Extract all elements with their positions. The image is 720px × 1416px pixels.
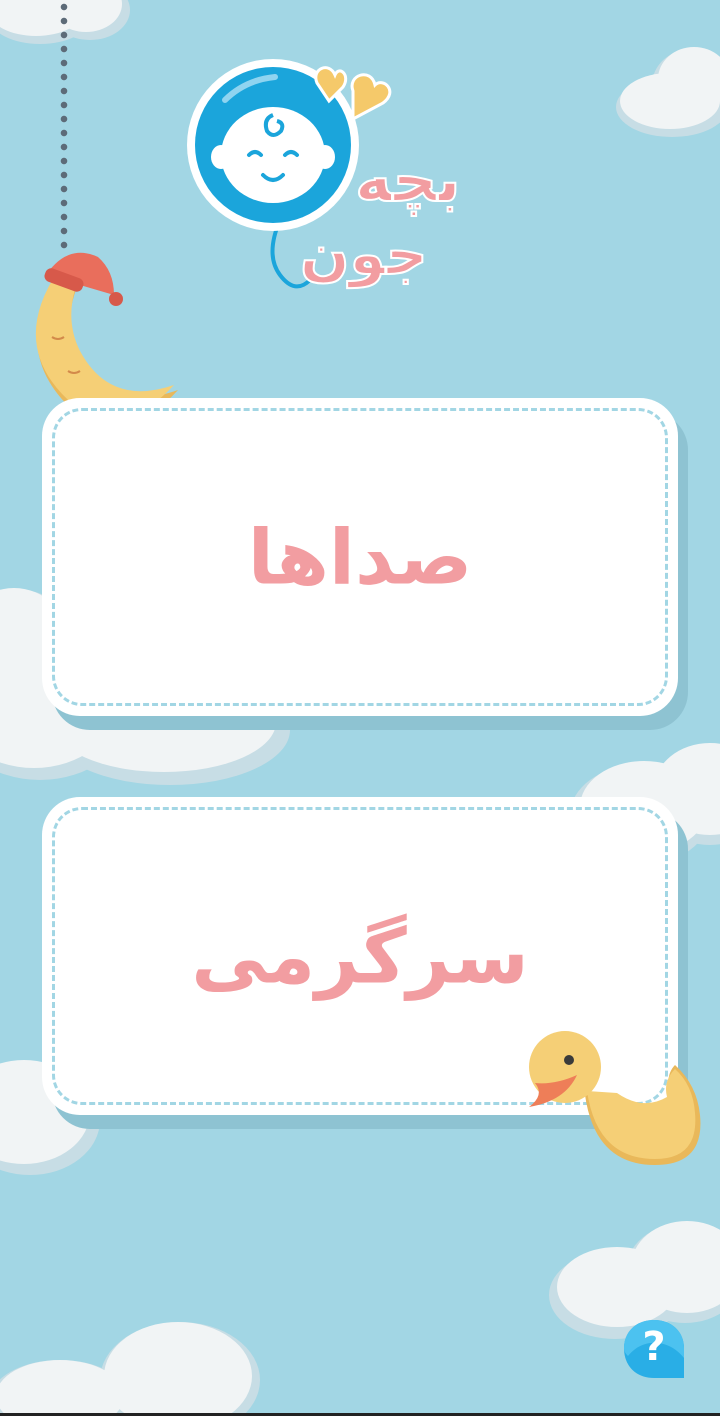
logo-word-top: بچه	[354, 142, 462, 217]
cloud-decoration	[0, 1322, 260, 1416]
sounds-label: صداها	[247, 512, 473, 602]
app-logo: بچه جون	[185, 55, 515, 300]
help-button[interactable]: ?	[622, 1318, 686, 1380]
sounds-button[interactable]: صداها	[42, 398, 678, 716]
logo-word-bottom: جون	[299, 219, 429, 289]
hanging-string	[60, 0, 68, 250]
fun-label: سرگرمی	[191, 911, 529, 1001]
cloud-decoration	[616, 47, 720, 137]
help-label: ?	[642, 1324, 666, 1370]
rubber-duck-icon	[529, 1031, 701, 1165]
